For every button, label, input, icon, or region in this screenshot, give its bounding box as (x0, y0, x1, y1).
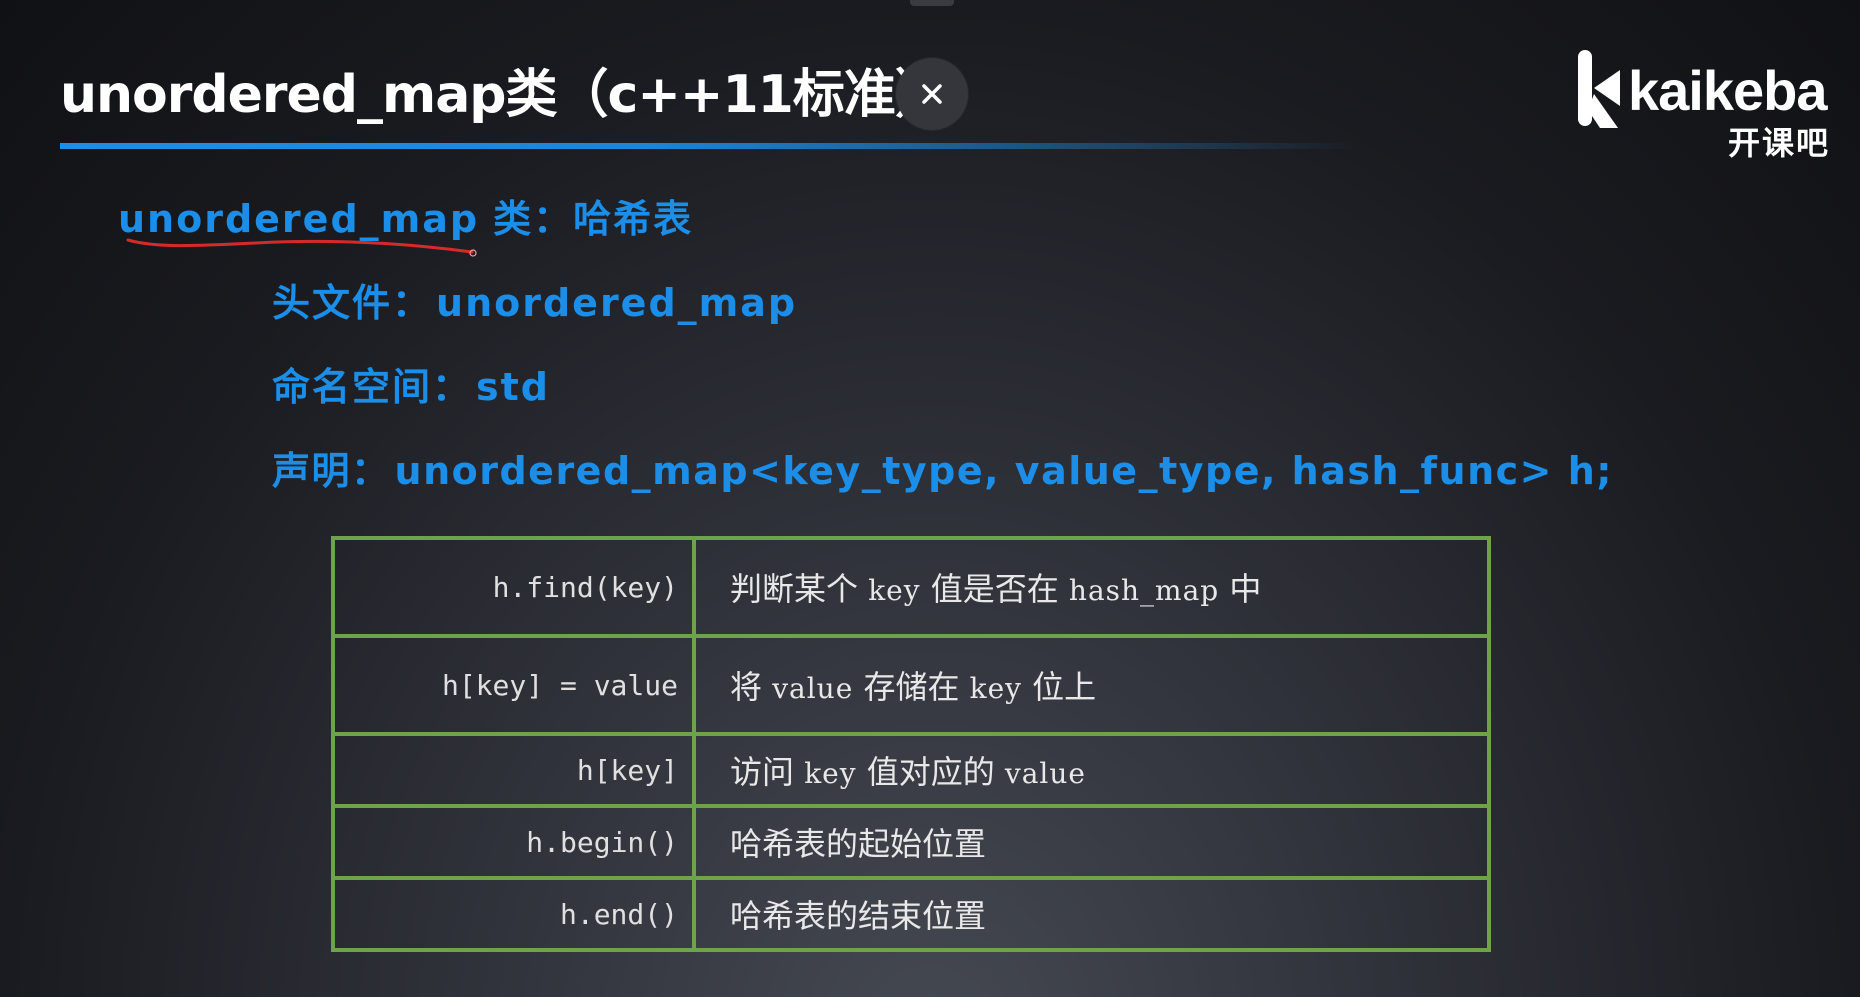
desc-text: 访问 (730, 753, 805, 791)
kaikeba-logo: kaikeba 开课吧 (1574, 48, 1832, 162)
operation-cell: h[key] = value (331, 634, 696, 736)
logo-play-mark-icon (1578, 50, 1620, 128)
logo-wordmark: kaikeba (1628, 59, 1827, 122)
table-row: h[key] 访问 key 值对应的 value (331, 732, 1491, 808)
desc-code: value (772, 672, 854, 705)
table-row: h.find(key) 判断某个 key 值是否在 hash_map 中 (331, 536, 1491, 638)
close-button[interactable] (896, 58, 968, 130)
close-icon (922, 84, 942, 104)
desc-text: 值对应的 (856, 753, 1005, 791)
description-cell: 哈希表的起始位置 (692, 804, 1491, 880)
header-file-line: 头文件： unordered_map (272, 272, 797, 327)
desc-text: 存储在 (853, 668, 970, 706)
desc-code: key (969, 672, 1022, 705)
desc-code: key (868, 574, 921, 607)
red-underline-annotation (126, 238, 477, 257)
description-cell: 访问 key 值对应的 value (692, 732, 1491, 808)
slide-title: unordered_map类（c++11标准） (60, 65, 947, 125)
operation-cell: h.find(key) (331, 536, 696, 638)
declaration-label: 声明： (272, 449, 391, 493)
declaration-line: 声明： unordered_map<key_type, value_type, h… (272, 440, 1613, 495)
title-underline (60, 143, 1360, 149)
desc-text: 哈希表的起始位置 (730, 825, 987, 863)
desc-text: 位上 (1021, 668, 1097, 706)
description-cell: 哈希表的结束位置 (692, 876, 1491, 952)
desc-text: 将 (730, 668, 773, 706)
table-row: h.end() 哈希表的结束位置 (331, 876, 1491, 952)
description-cell: 判断某个 key 值是否在 hash_map 中 (692, 536, 1491, 638)
table-row: h.begin() 哈希表的起始位置 (331, 804, 1491, 880)
desc-text: 判断某个 (730, 570, 869, 608)
desc-text: 中 (1219, 570, 1262, 608)
description-cell: 将 value 存储在 key 位上 (692, 634, 1491, 736)
logo-chinese: 开课吧 (1727, 124, 1830, 162)
header-file-value: unordered_map (436, 281, 798, 325)
desc-text: 哈希表的结束位置 (730, 897, 987, 935)
api-table: h.find(key) 判断某个 key 值是否在 hash_map 中 h[k… (331, 536, 1491, 952)
declaration-value: unordered_map<key_type, value_type, hash… (394, 449, 1613, 493)
header-file-label: 头文件： (272, 281, 433, 325)
table-row: h[key] = value 将 value 存储在 key 位上 (331, 634, 1491, 736)
top-tab-handle[interactable] (910, 0, 954, 6)
desc-code: hash_map (1068, 574, 1220, 607)
desc-code: key (804, 757, 857, 790)
operation-cell: h.begin() (331, 804, 696, 880)
namespace-value: std (476, 365, 550, 409)
heading-label: 类： (493, 197, 574, 241)
desc-code: value (1004, 757, 1086, 790)
operation-cell: h[key] (331, 732, 696, 808)
namespace-line: 命名空间： std (272, 356, 550, 411)
desc-text: 值是否在 (920, 570, 1069, 608)
heading-text: 哈希表 (573, 197, 694, 241)
operation-cell: h.end() (331, 876, 696, 952)
namespace-label: 命名空间： (272, 365, 473, 409)
